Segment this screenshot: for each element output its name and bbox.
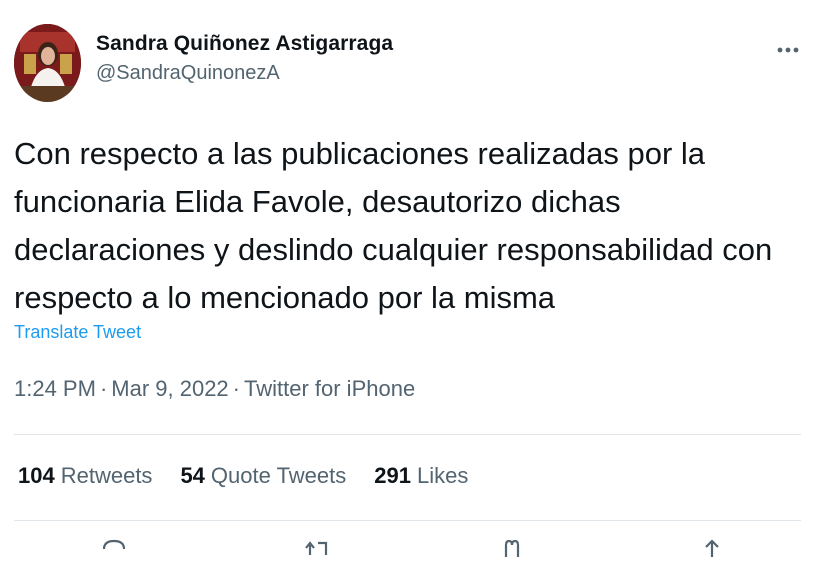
tweet-header: Sandra Quiñonez Astigarraga @SandraQuino… [14,24,804,104]
retweet-icon [305,541,328,555]
quote-tweets-label: Quote Tweets [210,463,347,488]
tweet-actions [14,537,804,557]
likes-count: 291 [374,463,411,488]
more-button[interactable] [772,36,804,64]
tweet-stats: 104 Retweets 54 Quote Tweets 291 Likes [18,463,468,489]
translate-tweet-link[interactable]: Translate Tweet [14,322,141,343]
retweets-stat[interactable]: 104 Retweets [18,463,152,489]
likes-stat[interactable]: 291 Likes [374,463,468,489]
author-handle[interactable]: @SandraQuinonezA [96,62,393,85]
share-icon [705,539,719,557]
meta-separator: · [99,376,108,401]
tweet-date[interactable]: Mar 9, 2022 [111,376,228,401]
share-button[interactable] [698,537,726,557]
quote-tweets-stat[interactable]: 54 Quote Tweets [180,463,346,489]
likes-label: Likes [416,463,469,488]
avatar-image [14,24,81,102]
divider [14,434,801,435]
author-display-name[interactable]: Sandra Quiñonez Astigarraga [96,32,393,56]
meta-separator: · [232,376,240,401]
tweet-meta: 1:24 PM · Mar 9, 2022 · Twitter for iPhone [14,376,415,402]
more-horizontal-icon [777,47,799,53]
quote-tweets-count: 54 [180,463,205,488]
retweets-label: Retweets [60,463,153,488]
avatar[interactable] [14,24,81,102]
tweet-time[interactable]: 1:24 PM [14,376,96,401]
retweets-count: 104 [18,463,55,488]
author-names: Sandra Quiñonez Astigarraga @SandraQuino… [96,32,393,85]
reply-button[interactable] [100,537,128,557]
heart-icon [504,539,520,557]
reply-icon [102,539,126,550]
like-button[interactable] [498,537,526,557]
tweet-text: Con respecto a las publicaciones realiza… [14,136,773,315]
retweet-button[interactable] [304,537,332,557]
divider [14,520,801,521]
tweet-source[interactable]: Twitter for iPhone [244,376,415,401]
